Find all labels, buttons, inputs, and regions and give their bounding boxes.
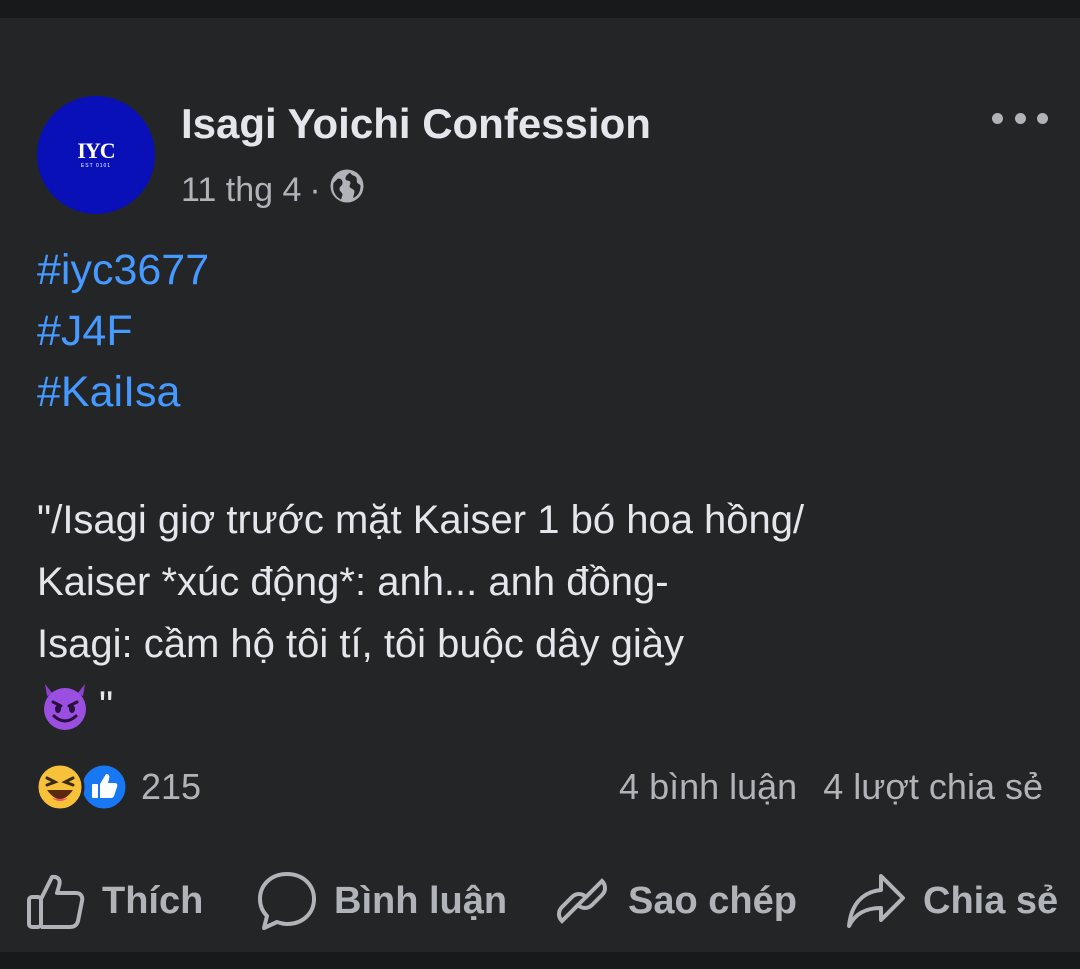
hashtag-link[interactable]: #KaiIsa	[37, 362, 209, 423]
post-line: "/Isagi giơ trước mặt Kaiser 1 bó hoa hồ…	[37, 498, 805, 542]
haha-icon	[35, 762, 85, 812]
post-line: Isagi: cầm hộ tôi tí, tôi buộc dây giày	[37, 622, 685, 666]
post-date[interactable]: 11 thg 4	[181, 171, 301, 210]
page-name-link[interactable]: Isagi Yoichi Confession	[181, 100, 651, 148]
like-label: Thích	[102, 879, 204, 922]
share-button[interactable]: Chia sẻ	[845, 866, 1058, 936]
post-card: IYC EST 0101 Isagi Yoichi Confession 11 …	[0, 18, 1080, 952]
avatar-logo-text: IYC	[77, 138, 115, 163]
post-body: "/Isagi giơ trước mặt Kaiser 1 bó hoa hồ…	[37, 489, 804, 737]
post-line: Kaiser *xúc động*: anh... anh đồng-	[37, 560, 669, 604]
meta-separator: ·	[309, 171, 321, 209]
like-button[interactable]: Thích	[26, 866, 203, 936]
share-label: Chia sẻ	[923, 879, 1059, 922]
hashtag-list: #iyc3677 #J4F #KaiIsa	[37, 240, 209, 423]
reaction-summary[interactable]: 215	[35, 762, 201, 812]
copy-label: Sao chép	[628, 879, 797, 922]
post-line: "	[99, 684, 114, 728]
like-icon	[79, 762, 129, 812]
more-options-icon[interactable]	[992, 104, 1048, 132]
share-arrow-icon	[847, 874, 905, 928]
comment-button[interactable]: Bình luận	[256, 866, 507, 936]
link-icon	[557, 878, 607, 924]
post-line-last: "	[37, 675, 804, 737]
comment-count-link[interactable]: 4 bình luận	[619, 766, 797, 808]
action-bar: Thích Bình luận Sao chép Chia sẻ	[0, 866, 1080, 936]
reaction-count: 215	[141, 766, 202, 807]
engagement-counts: 4 bình luận 4 lượt chia sẻ	[619, 766, 1043, 808]
avatar-logo-subtext: EST 0101	[80, 163, 112, 169]
copy-button[interactable]: Sao chép	[552, 866, 797, 936]
page-avatar[interactable]: IYC EST 0101	[37, 96, 155, 214]
comment-bubble-icon	[258, 872, 316, 930]
share-count-link[interactable]: 4 lượt chia sẻ	[823, 766, 1043, 808]
hashtag-link[interactable]: #iyc3677	[37, 240, 209, 301]
post-meta: 11 thg 4 ·	[181, 168, 365, 213]
hashtag-link[interactable]: #J4F	[37, 301, 209, 362]
thumbs-up-icon	[27, 874, 85, 929]
globe-icon	[329, 168, 365, 213]
comment-label: Bình luận	[334, 879, 508, 922]
smiling-devil-emoji	[37, 678, 93, 734]
